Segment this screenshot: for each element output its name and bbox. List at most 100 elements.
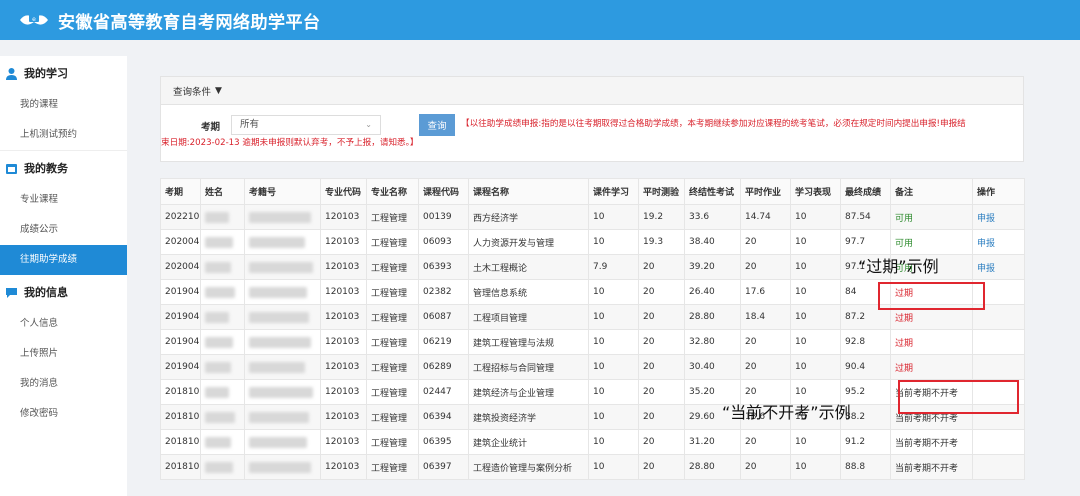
- table-row: 201810 120103 工程管理 06397 工程造价管理与案例分析 10 20 28.8…: [160, 454, 1025, 480]
- main-content: 查询条件 ▼ 考期 所有 ⌄ 查询 【以往助学成绩申报:指的是以往考期取得过合格…: [160, 76, 1025, 480]
- redacted-blur: [205, 436, 231, 448]
- query-panel: 查询条件 ▼ 考期 所有 ⌄ 查询 【以往助学成绩申报:指的是以往考期取得过合格…: [160, 76, 1024, 162]
- table-cell: 06289: [418, 354, 469, 380]
- table-cell: 工程管理: [366, 329, 419, 355]
- table-cell: 120103: [320, 329, 367, 355]
- redacted-blur: [249, 236, 305, 248]
- table-cell: 06394: [418, 404, 469, 430]
- sidebar-item-change-password[interactable]: 修改密码: [0, 399, 127, 429]
- table-cell: 10: [588, 379, 639, 405]
- chevron-down-icon: ⌄: [365, 120, 372, 129]
- table-row: 202004 120103 工程管理 06093 人力资源开发与管理 10 19.3 38.4…: [160, 229, 1025, 255]
- sidebar-item-my-courses[interactable]: 我的课程: [0, 90, 127, 120]
- table-cell: 202004: [160, 229, 201, 255]
- table-cell: 06093: [418, 229, 469, 255]
- table-cell: 201810: [160, 454, 201, 480]
- sidebar-item-personal-info[interactable]: 个人信息: [0, 309, 127, 339]
- query-panel-header[interactable]: 查询条件 ▼: [161, 77, 1023, 105]
- sidebar-item-major-courses[interactable]: 专业课程: [0, 185, 127, 215]
- table-cell: 20: [740, 454, 791, 480]
- sidebar-item-past-scores[interactable]: 往期助学成绩: [0, 245, 127, 275]
- name-cell-redacted: [200, 429, 245, 455]
- term-label: 考期: [201, 122, 221, 133]
- table-cell: 工程管理: [366, 354, 419, 380]
- table-cell: 92.8: [840, 329, 891, 355]
- term-select[interactable]: 所有 ⌄: [231, 115, 381, 135]
- top-header: e 安徽省高等教育自考网络助学平台: [0, 0, 1080, 40]
- calendar-icon: [4, 161, 18, 175]
- expired-example-label: “过期”示例: [858, 257, 939, 276]
- table-cell: 土木工程概论: [468, 254, 589, 280]
- redacted-blur: [249, 311, 309, 323]
- table-cell: 32.80: [684, 329, 741, 355]
- sidebar-item-score-notice[interactable]: 成绩公示: [0, 215, 127, 245]
- sidebar-group-study[interactable]: 我的学习: [0, 56, 127, 90]
- name-cell-redacted: [200, 454, 245, 480]
- redacted-blur: [249, 436, 307, 448]
- table-cell: 201810: [160, 379, 201, 405]
- action-link[interactable]: 申报: [972, 229, 1025, 255]
- action-link[interactable]: 申报: [972, 204, 1025, 230]
- table-cell: 17.6: [740, 279, 791, 305]
- notice-text: 【以往助学成绩申报:指的是以往考期取得过合格助学成绩，本考期继续参加对应课程的统…: [461, 119, 966, 129]
- table-cell: 120103: [320, 454, 367, 480]
- table-cell: 工程管理: [366, 304, 419, 330]
- name-cell-redacted: [200, 354, 245, 380]
- not-open-example-box: [898, 380, 1019, 414]
- table-cell: 201904: [160, 304, 201, 330]
- table-cell: 120103: [320, 304, 367, 330]
- table-cell: 10: [588, 454, 639, 480]
- table-cell: 120103: [320, 279, 367, 305]
- table-cell: 20: [740, 354, 791, 380]
- action-link[interactable]: 申报: [972, 254, 1025, 280]
- name-cell-redacted: [200, 279, 245, 305]
- registration-cell-redacted: [244, 304, 321, 330]
- column-header: 姓名: [200, 178, 245, 205]
- sidebar-group-info[interactable]: 我的信息: [0, 275, 127, 309]
- table-cell: 201810: [160, 429, 201, 455]
- table-cell: 人力资源开发与管理: [468, 229, 589, 255]
- table-cell: 33.6: [684, 204, 741, 230]
- table-cell: 建筑经济与企业管理: [468, 379, 589, 405]
- redacted-blur: [249, 211, 311, 223]
- table-cell: 06219: [418, 329, 469, 355]
- sidebar-group-academic[interactable]: 我的教务: [0, 151, 127, 185]
- table-cell: 88.8: [840, 454, 891, 480]
- table-cell: 26.40: [684, 279, 741, 305]
- table-cell: 120103: [320, 429, 367, 455]
- table-cell: 201904: [160, 329, 201, 355]
- table-cell: 20: [740, 329, 791, 355]
- registration-cell-redacted: [244, 379, 321, 405]
- table-cell: 10: [588, 304, 639, 330]
- name-cell-redacted: [200, 204, 245, 230]
- table-cell: 120103: [320, 354, 367, 380]
- sidebar-item-my-messages[interactable]: 我的消息: [0, 369, 127, 399]
- table-cell: 120103: [320, 229, 367, 255]
- user-icon: [4, 66, 18, 80]
- status-cell: 当前考期不开考: [890, 429, 973, 455]
- table-cell: 97.7: [840, 229, 891, 255]
- expired-example-box: [878, 282, 985, 310]
- sidebar-group-label: 我的信息: [24, 286, 68, 299]
- table-cell: 20: [638, 254, 685, 280]
- registration-cell-redacted: [244, 429, 321, 455]
- table-cell: 工程管理: [366, 254, 419, 280]
- redacted-blur: [205, 336, 233, 348]
- table-cell: 14.74: [740, 204, 791, 230]
- table-row: 201810 120103 工程管理 02447 建筑经济与企业管理 10 20 35.20 2…: [160, 379, 1025, 405]
- search-button[interactable]: 查询: [419, 114, 455, 136]
- table-cell: 02382: [418, 279, 469, 305]
- redacted-blur: [249, 461, 311, 473]
- table-cell: 120103: [320, 204, 367, 230]
- column-header: 平时作业: [740, 178, 791, 205]
- table-cell: 建筑工程管理与法规: [468, 329, 589, 355]
- column-header: 平时测验: [638, 178, 685, 205]
- table-cell: 西方经济学: [468, 204, 589, 230]
- chevron-down-icon[interactable]: ▼: [215, 86, 222, 96]
- table-cell: 工程管理: [366, 404, 419, 430]
- sidebar-item-test-booking[interactable]: 上机测试预约: [0, 120, 127, 150]
- sidebar-item-upload-photo[interactable]: 上传照片: [0, 339, 127, 369]
- table-cell: 20: [638, 304, 685, 330]
- table-cell: 202210: [160, 204, 201, 230]
- name-cell-redacted: [200, 254, 245, 280]
